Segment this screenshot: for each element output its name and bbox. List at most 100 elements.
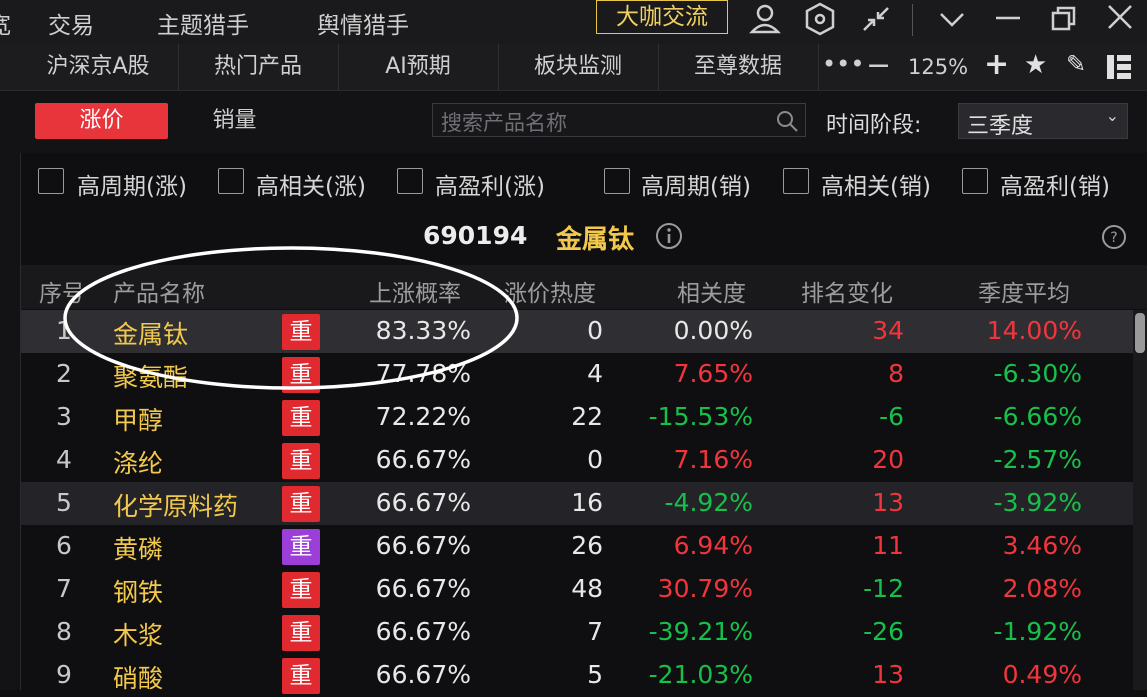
col-header-quarter-avg[interactable]: 季度平均	[978, 274, 1070, 308]
collapse-icon[interactable]	[856, 0, 896, 40]
col-header-correlation[interactable]: 相关度	[677, 274, 746, 308]
scrollbar-thumb[interactable]	[1135, 313, 1145, 353]
table-row[interactable]: 4 涤纶 重 66.67% 0 7.16% 20 -2.57%	[21, 439, 1133, 482]
edit-icon[interactable]: ✎	[1066, 50, 1086, 78]
search-icon[interactable]	[775, 109, 799, 133]
checkbox-high-corr-rise[interactable]	[218, 168, 244, 194]
chevron-down-icon: ⌄	[1105, 106, 1119, 125]
star-icon[interactable]: ★	[1024, 50, 1047, 80]
filter-label: 高周期(销)	[641, 174, 751, 200]
menu-item-trade[interactable]: 交易	[48, 6, 94, 40]
hexagon-settings-icon[interactable]	[800, 0, 840, 40]
row-quarter-avg: 0.49%	[1002, 660, 1082, 689]
period-select[interactable]: 三季度 ⌄	[958, 103, 1128, 139]
promo-button[interactable]: 大咖交流	[596, 0, 728, 34]
help-icon[interactable]: ?	[1101, 224, 1127, 250]
checkbox-high-cycle-sales[interactable]	[604, 168, 630, 194]
table-row[interactable]: 6 黄磷 重 66.67% 26 6.94% 11 3.46%	[21, 525, 1133, 568]
checkbox-high-corr-sales[interactable]	[783, 168, 809, 194]
row-quarter-avg: 14.00%	[986, 316, 1082, 345]
row-index: 3	[56, 402, 72, 431]
row-quarter-avg: -1.92%	[993, 617, 1082, 646]
key-badge: 重	[282, 486, 320, 522]
row-rank-change: 34	[872, 316, 904, 345]
row-rise-prob: 66.67%	[375, 445, 471, 474]
filter-label: 高相关(销)	[821, 174, 931, 200]
row-index: 7	[56, 574, 72, 603]
row-product-name[interactable]: 木浆	[113, 616, 163, 652]
tab-ai-expectation[interactable]: AI预期	[338, 44, 499, 90]
row-index: 9	[56, 660, 72, 689]
row-heat: 4	[587, 359, 603, 388]
row-quarter-avg: 3.46%	[1002, 531, 1082, 560]
filter-label: 高周期(涨)	[77, 174, 187, 200]
row-index: 4	[56, 445, 72, 474]
tab-sector-monitor[interactable]: 板块监测	[498, 44, 659, 90]
price-rise-tab[interactable]: 涨价	[35, 103, 168, 139]
row-product-name[interactable]: 甲醇	[113, 401, 163, 437]
restore-icon[interactable]	[1044, 0, 1084, 40]
scrollbar-track[interactable]	[1133, 310, 1147, 690]
close-icon[interactable]	[1100, 0, 1140, 40]
tab-hot-products[interactable]: 热门产品	[178, 44, 339, 90]
row-quarter-avg: -3.92%	[993, 488, 1082, 517]
left-strip	[0, 153, 21, 690]
row-rise-prob: 66.67%	[375, 488, 471, 517]
row-correlation: 6.94%	[673, 531, 753, 560]
key-badge: 重	[282, 443, 320, 479]
sales-volume-tab[interactable]: 销量	[168, 103, 301, 139]
row-correlation: -4.92%	[664, 488, 753, 517]
zoom-out-icon[interactable]: −	[866, 48, 891, 83]
table-row[interactable]: 9 硝酸 重 66.67% 5 -21.03% 13 0.49%	[21, 654, 1133, 697]
minimize-icon[interactable]	[988, 0, 1028, 40]
row-heat: 26	[571, 531, 603, 560]
row-rise-prob: 66.67%	[375, 660, 471, 689]
row-correlation: -15.53%	[648, 402, 753, 431]
row-index: 8	[56, 617, 72, 646]
key-badge: 重	[282, 572, 320, 608]
row-quarter-avg: 2.08%	[1002, 574, 1082, 603]
row-heat: 22	[571, 402, 603, 431]
row-rank-change: 11	[872, 531, 904, 560]
menu-item-partial[interactable]: 宽	[0, 6, 11, 40]
row-heat: 7	[587, 617, 603, 646]
tab-ashares[interactable]: 沪深京A股	[18, 44, 179, 90]
checkbox-high-cycle-rise[interactable]	[38, 168, 64, 194]
menu-item-sentiment-hunter[interactable]: 舆情猎手	[317, 6, 409, 40]
row-rise-prob: 66.67%	[375, 617, 471, 646]
row-quarter-avg: -6.30%	[993, 359, 1082, 388]
row-heat: 16	[571, 488, 603, 517]
top-menu-bar: 宽 交易 主题猎手 舆情猎手 大咖交流	[0, 0, 1147, 45]
table-row[interactable]: 7 钢铁 重 66.67% 48 30.79% -12 2.08%	[21, 568, 1133, 611]
checkbox-high-profit-rise[interactable]	[397, 168, 423, 194]
row-product-name[interactable]: 化学原料药	[113, 487, 238, 523]
more-icon[interactable]: •••	[822, 50, 864, 78]
search-input[interactable]: 搜索产品名称	[432, 103, 806, 137]
svg-text:?: ?	[1110, 230, 1117, 246]
row-product-name[interactable]: 涤纶	[113, 444, 163, 480]
controls-row: 涨价 销量 搜索产品名称 时间阶段: 三季度 ⌄	[0, 91, 1147, 154]
row-product-name[interactable]: 黄磷	[113, 530, 163, 566]
user-icon[interactable]	[745, 0, 785, 40]
chevron-down-icon[interactable]	[932, 0, 972, 40]
row-quarter-avg: -6.66%	[993, 402, 1082, 431]
table-row[interactable]: 8 木浆 重 66.67% 7 -39.21% -26 -1.92%	[21, 611, 1133, 654]
checkbox-high-profit-sales[interactable]	[962, 168, 988, 194]
zoom-in-icon[interactable]: +	[984, 47, 1009, 82]
row-correlation: 0.00%	[673, 316, 753, 345]
col-header-rank-change[interactable]: 排名变化	[801, 274, 893, 308]
row-correlation: -21.03%	[648, 660, 753, 689]
filter-row: 高周期(涨) 高相关(涨) 高盈利(涨) 高周期(销) 高相关(销) 高盈利(销…	[21, 153, 1147, 213]
layout-icon[interactable]	[1106, 54, 1132, 80]
row-rank-change: -26	[863, 617, 904, 646]
info-icon[interactable]	[655, 222, 683, 250]
tab-premium-data[interactable]: 至尊数据	[658, 44, 819, 90]
menu-item-theme-hunter[interactable]: 主题猎手	[157, 6, 249, 40]
table-row[interactable]: 3 甲醇 重 72.22% 22 -15.53% -6 -6.66%	[21, 396, 1133, 439]
table-row[interactable]: 5 化学原料药 重 66.67% 16 -4.92% 13 -3.92%	[21, 482, 1133, 525]
row-product-name[interactable]: 钢铁	[113, 573, 163, 609]
row-heat: 48	[571, 574, 603, 603]
row-rank-change: 20	[872, 445, 904, 474]
row-correlation: 30.79%	[657, 574, 753, 603]
divider	[912, 4, 913, 36]
